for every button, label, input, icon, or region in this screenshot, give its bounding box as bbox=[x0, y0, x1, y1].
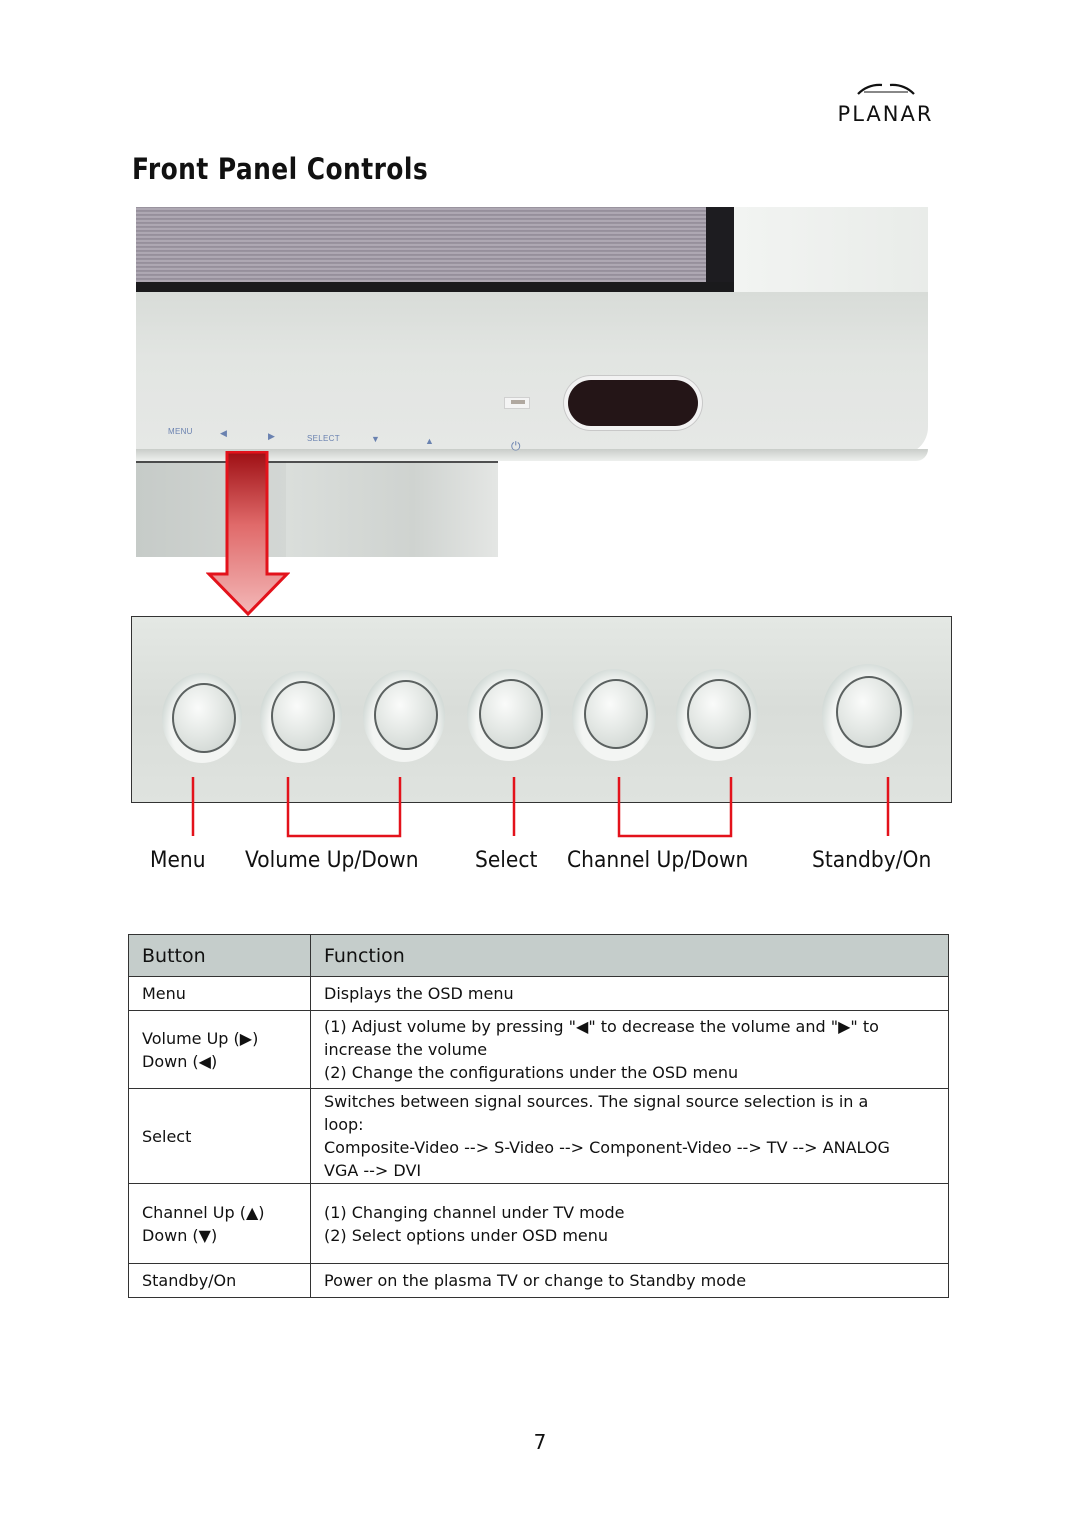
volume-down-button[interactable] bbox=[271, 681, 335, 751]
tv-left-arrow-icon: ◀ bbox=[220, 428, 227, 438]
ir-sensor-window-icon bbox=[568, 380, 698, 426]
cell-button: Menu bbox=[128, 976, 311, 1011]
down-arrow-pointer-icon bbox=[206, 451, 290, 617]
brand-name: PLANAR bbox=[837, 102, 934, 126]
standby-on-button[interactable] bbox=[836, 676, 902, 748]
cell-function: Displays the OSD menu bbox=[310, 976, 949, 1011]
select-button[interactable] bbox=[479, 679, 543, 749]
cell-function: (1) Adjust volume by pressing "◀" to dec… bbox=[310, 1010, 949, 1089]
tv-up-arrow-icon: ▲ bbox=[425, 436, 434, 446]
planar-logo: PLANAR bbox=[818, 82, 953, 132]
tv-screen bbox=[136, 207, 734, 282]
callout-label-standby: Standby/On bbox=[812, 848, 932, 873]
cell-button: Volume Up (▶) Down (◀) bbox=[128, 1010, 311, 1089]
cell-function: Switches between signal sources. The sig… bbox=[310, 1088, 949, 1184]
table-header-row: Button Function bbox=[128, 934, 949, 977]
cell-function: (1) Changing channel under TV mode (2) S… bbox=[310, 1183, 949, 1264]
table-row: Volume Up (▶) Down (◀) (1) Adjust volume… bbox=[128, 1010, 949, 1089]
power-indicator-led-icon bbox=[504, 397, 530, 409]
tv-bezel bbox=[136, 292, 928, 455]
header-function: Function bbox=[310, 934, 949, 977]
tv-label-select: SELECT bbox=[307, 434, 340, 443]
channel-up-button[interactable] bbox=[687, 679, 751, 749]
page-title: Front Panel Controls bbox=[132, 152, 429, 186]
callout-label-channel: Channel Up/Down bbox=[567, 848, 749, 873]
callout-label-volume: Volume Up/Down bbox=[245, 848, 419, 873]
volume-up-button[interactable] bbox=[374, 680, 438, 750]
callout-label-menu: Menu bbox=[150, 848, 206, 873]
header-button: Button bbox=[128, 934, 311, 977]
cell-button: Select bbox=[128, 1088, 311, 1184]
menu-button[interactable] bbox=[172, 683, 236, 753]
channel-down-button[interactable] bbox=[584, 679, 648, 749]
tv-down-arrow-icon: ▼ bbox=[371, 434, 380, 444]
button-function-table: Button Function Menu Displays the OSD me… bbox=[128, 934, 949, 1298]
page-number: 7 bbox=[533, 1430, 547, 1454]
tv-label-menu: MENU bbox=[168, 427, 193, 436]
planar-arc-logo-icon bbox=[857, 83, 915, 95]
table-row: Select Switches between signal sources. … bbox=[128, 1088, 949, 1184]
tv-frame bbox=[734, 207, 928, 302]
callout-label-select: Select bbox=[475, 848, 538, 873]
cell-button: Channel Up (▲) Down (▼) bbox=[128, 1183, 311, 1264]
table-row: Menu Displays the OSD menu bbox=[128, 976, 949, 1011]
table-row: Channel Up (▲) Down (▼) (1) Changing cha… bbox=[128, 1183, 949, 1264]
table-row: Standby/On Power on the plasma TV or cha… bbox=[128, 1263, 949, 1298]
button-closeup-panel bbox=[131, 616, 952, 803]
tv-power-icon: ⏻ bbox=[511, 439, 521, 453]
cell-button: Standby/On bbox=[128, 1263, 311, 1298]
cell-function: Power on the plasma TV or change to Stan… bbox=[310, 1263, 949, 1298]
tv-right-arrow-icon: ▶ bbox=[268, 431, 275, 441]
